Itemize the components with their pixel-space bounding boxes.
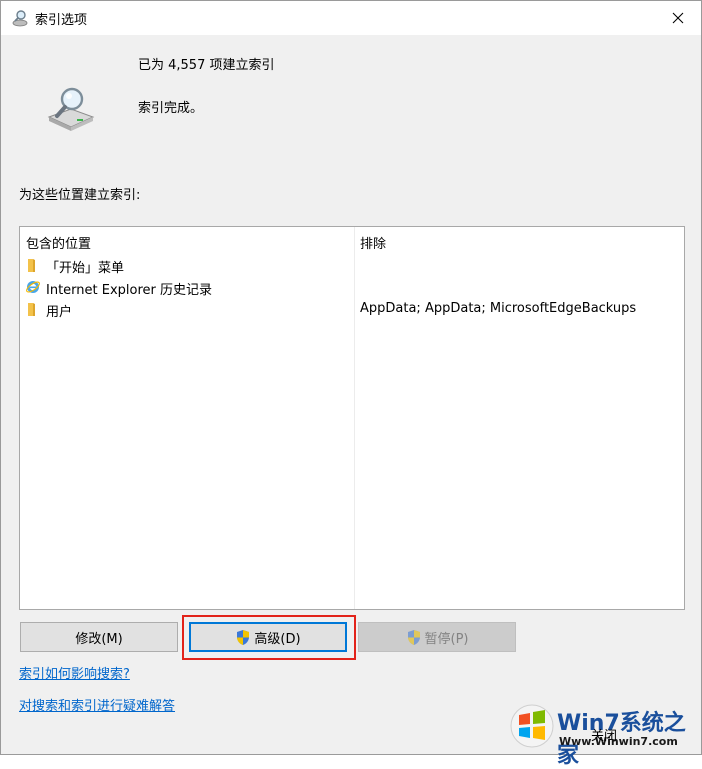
list-item[interactable]: 用户 AppData; AppData; MicrosoftEdgeBackup… bbox=[20, 298, 684, 320]
pause-button[interactable]: 暂停(P) bbox=[358, 622, 516, 652]
location-name: 用户 bbox=[46, 305, 73, 320]
modify-button-label: 修改(M) bbox=[75, 631, 123, 647]
internet-explorer-icon bbox=[26, 281, 40, 293]
indexing-options-window: 索引选项 已为 4,557 项建立索引 索引完成。 为这些位置建立索引: 包含的… bbox=[0, 0, 702, 768]
windows-flag-logo-icon bbox=[510, 704, 554, 748]
indexed-count-text: 已为 4,557 项建立索引 bbox=[138, 58, 275, 73]
window-title: 索引选项 bbox=[35, 13, 88, 28]
how-indexing-affects-search-link[interactable]: 索引如何影响搜索? bbox=[19, 663, 130, 682]
folder-icon bbox=[28, 303, 35, 316]
troubleshoot-search-link[interactable]: 对搜索和索引进行疑难解答 bbox=[19, 695, 175, 714]
indexing-status-icon bbox=[47, 87, 95, 131]
location-name: Internet Explorer 历史记录 bbox=[46, 283, 213, 298]
indexed-locations-list[interactable]: 包含的位置 排除 「开始」菜单 Internet Explorer 历史记录 用… bbox=[19, 226, 685, 610]
column-header-excluded[interactable]: 排除 bbox=[360, 233, 386, 252]
uac-shield-icon bbox=[237, 629, 250, 645]
uac-shield-icon bbox=[407, 629, 420, 645]
title-bar: 索引选项 bbox=[1, 1, 701, 35]
watermark-url: Www.Winwin7.com bbox=[559, 735, 678, 748]
close-window-button[interactable] bbox=[655, 1, 701, 35]
list-item[interactable]: 「开始」菜单 bbox=[20, 254, 684, 276]
close-button[interactable]: 关闭 bbox=[591, 725, 617, 744]
location-name: 「开始」菜单 bbox=[46, 261, 125, 276]
close-icon bbox=[672, 12, 684, 24]
pause-button-label: 暂停(P) bbox=[424, 631, 469, 647]
modify-button[interactable]: 修改(M) bbox=[20, 622, 178, 652]
advanced-button-label: 高级(D) bbox=[254, 631, 301, 647]
locations-label: 为这些位置建立索引: bbox=[19, 188, 141, 203]
location-exclude: AppData; AppData; MicrosoftEdgeBackups bbox=[360, 301, 637, 316]
indexing-magnifier-icon bbox=[12, 10, 28, 27]
advanced-button[interactable]: 高级(D) bbox=[189, 622, 347, 652]
folder-icon bbox=[28, 259, 35, 272]
indexing-state-text: 索引完成。 bbox=[138, 101, 204, 116]
list-item[interactable]: Internet Explorer 历史记录 bbox=[20, 276, 684, 298]
column-header-included[interactable]: 包含的位置 bbox=[26, 233, 91, 252]
